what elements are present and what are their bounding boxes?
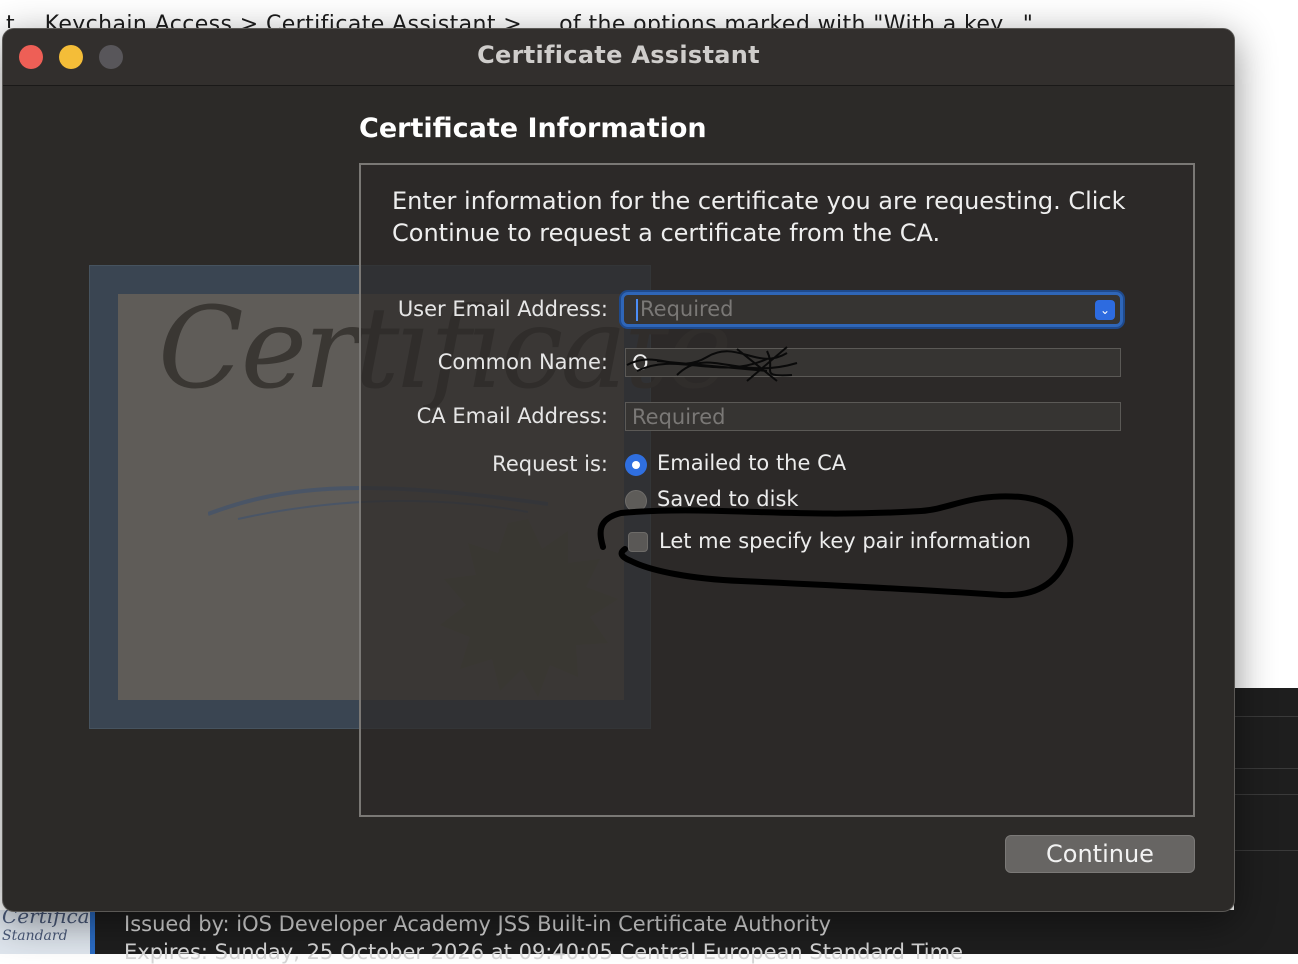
hand-drawn-circle-annotation	[597, 493, 1074, 599]
issued-by-text: Issued by: iOS Developer Academy JSS Bui…	[124, 912, 832, 936]
ca-email-label: CA Email Address:	[416, 404, 608, 428]
radio-emailed-to-ca[interactable]	[625, 454, 647, 476]
request-is-label: Request is:	[492, 452, 608, 476]
user-email-placeholder: Required	[640, 297, 734, 321]
text-cursor	[636, 299, 638, 321]
ca-email-placeholder: Required	[632, 405, 726, 429]
description-text: Enter information for the certificate yo…	[392, 187, 1126, 247]
background-certificate-details: Certificate Standard Issued by: iOS Deve…	[0, 910, 1298, 964]
background-text-line: t... Keychain Access > Certificate Assis…	[6, 12, 1034, 28]
page-title: Certificate Information	[359, 113, 707, 144]
user-email-field[interactable]: Required ⌄	[621, 292, 1123, 327]
ca-email-field[interactable]: Required	[625, 402, 1121, 431]
user-email-label: User Email Address:	[397, 297, 608, 321]
continue-button[interactable]: Continue	[1005, 835, 1195, 873]
certificate-thumbnail-icon: Certificate Standard	[0, 910, 95, 954]
background-document-text: t... Keychain Access > Certificate Assis…	[0, 0, 1298, 28]
form-panel: Enter information for the certificate yo…	[359, 163, 1195, 817]
option-emailed-label[interactable]: Emailed to the CA	[657, 451, 846, 475]
common-name-label: Common Name:	[437, 350, 608, 374]
chevron-down-icon[interactable]: ⌄	[1095, 300, 1115, 320]
expires-text: Expires: Sunday, 25 October 2026 at 09:4…	[124, 940, 964, 964]
title-bar[interactable]: Certificate Assistant	[3, 29, 1234, 86]
redaction-scribble	[626, 346, 798, 382]
certificate-assistant-window: Certificate Assistant Certificate Certif…	[2, 28, 1235, 912]
window-title: Certificate Assistant	[477, 41, 760, 69]
